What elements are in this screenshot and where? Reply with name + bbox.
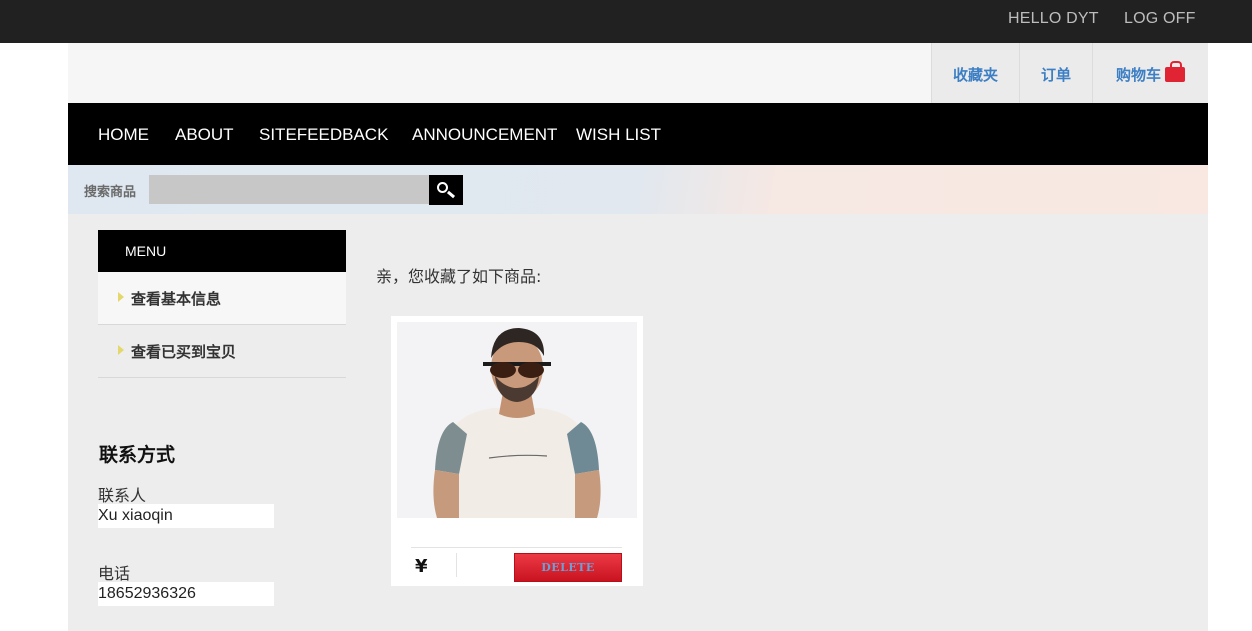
sidebar-item-purchased[interactable]: 查看已买到宝贝 [98,325,346,378]
sidebar-menu-header: MENU [98,230,346,272]
contact-phone-value: 18652936326 [98,582,274,606]
sidebar-item-label: 查看已买到宝贝 [131,343,237,361]
nav-item-about[interactable]: ABOUT [175,125,234,145]
favorites-link[interactable]: 收藏夹 [931,43,1019,103]
main-nav: HOME ABOUT SITEFEEDBACK ANNOUNCEMENT WIS… [68,103,1208,165]
orders-link[interactable]: 订单 [1019,43,1092,103]
favorites-greeting: 亲，您收藏了如下商品: [376,267,542,286]
nav-item-home[interactable]: HOME [98,125,149,145]
nav-item-wish-list[interactable]: WISH LIST [576,125,661,145]
content-area: MENU 查看基本信息 查看已买到宝贝 联系方式 联系人 Xu xiaoqin … [68,214,1208,631]
card-divider [411,547,622,548]
greeting-text: HELLO DYT [1008,10,1099,27]
search-button[interactable] [429,175,463,205]
search-bar: 搜索商品 [68,165,1208,214]
search-label: 搜索商品 [84,185,137,200]
search-input[interactable] [149,175,430,204]
header: 收藏夹 订单 购物车 [68,43,1208,103]
orders-label: 订单 [1040,66,1071,84]
cart-label: 购物车 [1115,66,1161,84]
triangle-right-icon [118,345,124,355]
product-image[interactable] [397,322,637,518]
contact-person-label: 联系人 [98,486,147,505]
contact-person-value: Xu xiaoqin [98,504,274,528]
nav-item-announcement[interactable]: ANNOUNCEMENT [412,125,557,145]
logoff-link[interactable]: LOG OFF [1124,10,1196,28]
delete-button[interactable]: DELETE [514,553,622,582]
top-bar: HELLO DYT LOG OFF [0,0,1252,43]
favorites-label: 收藏夹 [952,66,998,84]
price-currency: ¥ [415,556,428,577]
menu-title: MENU [125,243,167,259]
sidebar-item-basic-info[interactable]: 查看基本信息 [98,272,346,325]
triangle-right-icon [118,292,124,302]
magnifier-icon [437,182,448,193]
shopping-bag-icon [1165,61,1185,82]
contact-title: 联系方式 [99,444,176,466]
sidebar-item-label: 查看基本信息 [131,290,222,308]
cart-link[interactable]: 购物车 [1092,43,1208,103]
card-separator [456,553,457,577]
nav-item-sitefeedback[interactable]: SITEFEEDBACK [259,125,388,145]
product-photo-illustration [397,322,637,518]
contact-phone-label: 电话 [98,564,131,583]
product-card: ¥ DELETE [391,316,643,586]
